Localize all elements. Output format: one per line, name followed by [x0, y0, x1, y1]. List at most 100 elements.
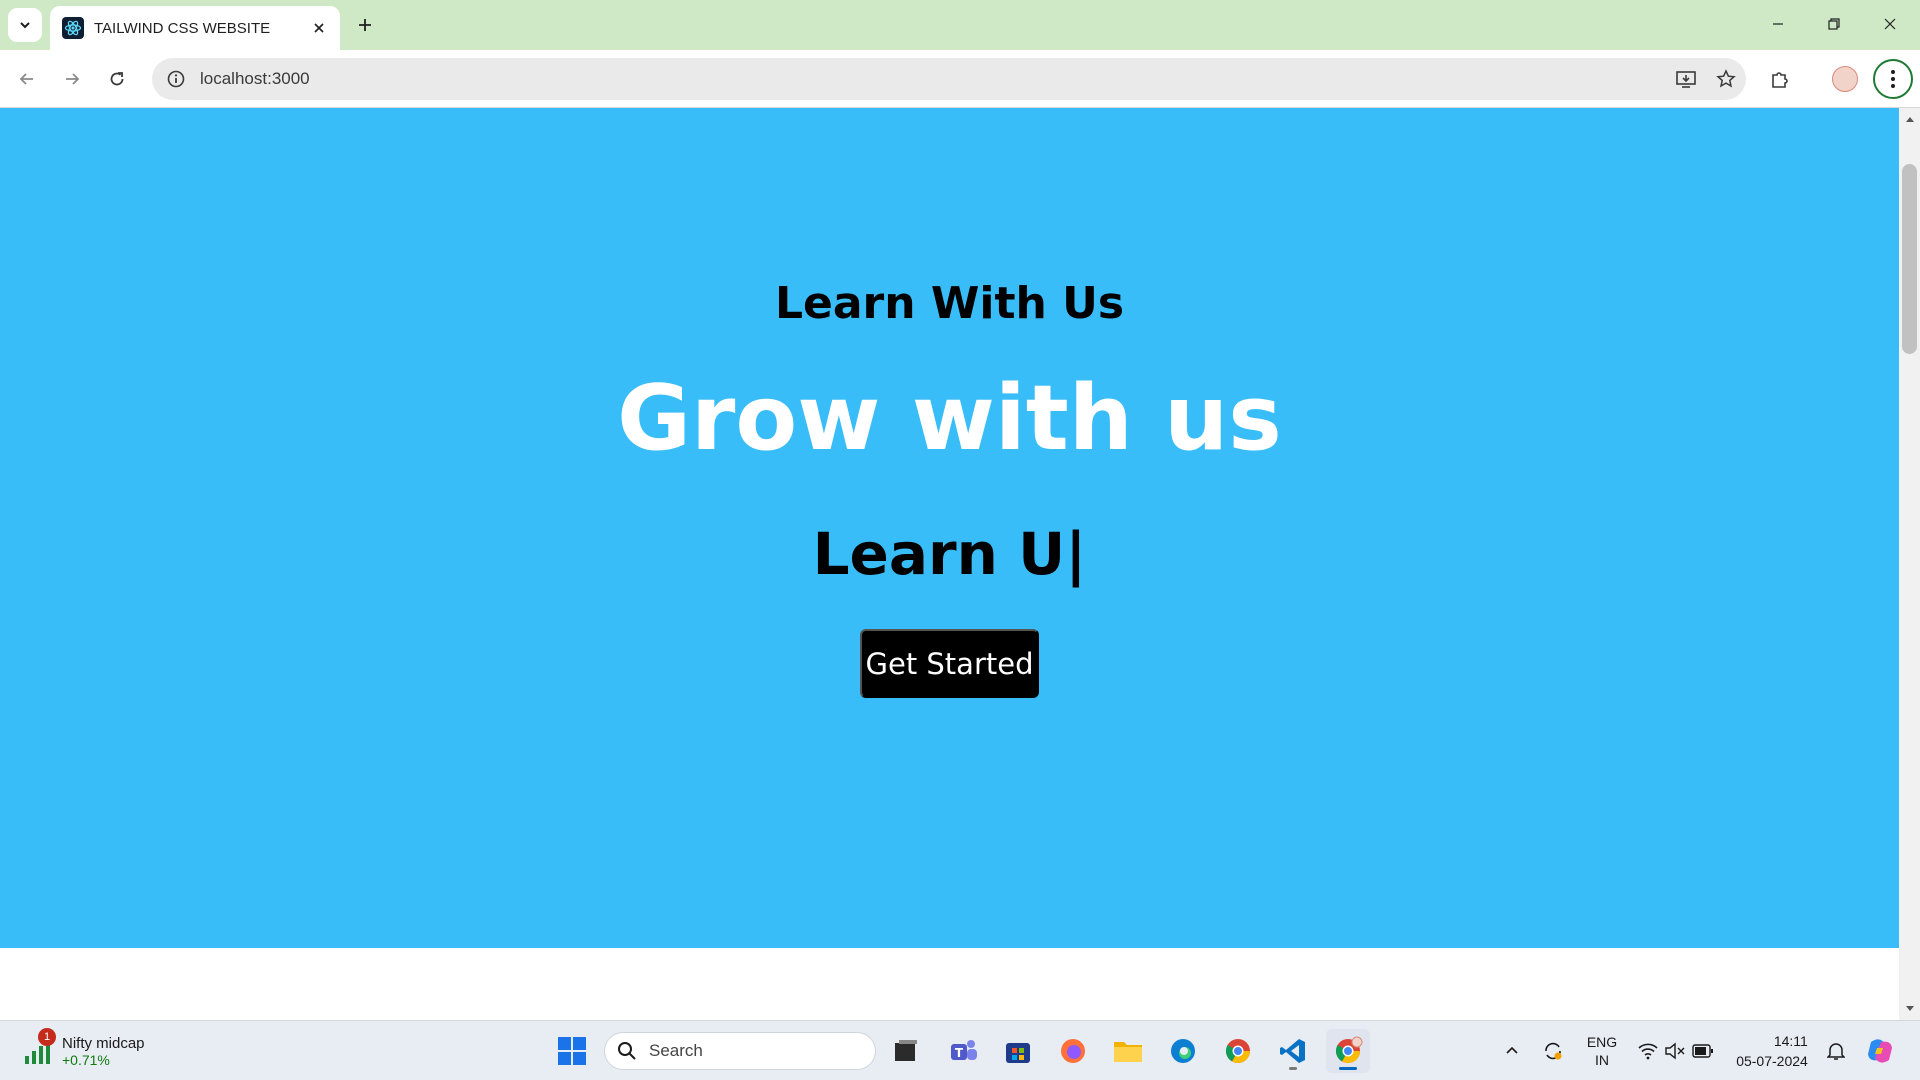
sync-tray-icon[interactable] [1538, 1029, 1568, 1073]
typing-cursor: | [1065, 520, 1087, 588]
minimize-button[interactable] [1750, 0, 1806, 48]
hero-section: Learn With Us Grow with us Learn U| Get … [0, 108, 1899, 948]
firefox-icon [1061, 1039, 1085, 1063]
wifi-icon [1638, 1043, 1658, 1060]
extensions-button[interactable] [1762, 61, 1798, 97]
reload-button[interactable] [99, 61, 135, 97]
plus-icon [359, 19, 371, 31]
clock-date: 05-07-2024 [1736, 1053, 1808, 1069]
chart-bars-icon: 1 [22, 1028, 56, 1066]
search-placeholder: Search [649, 1041, 703, 1060]
vscode-app[interactable] [1271, 1029, 1315, 1073]
tab-close-button[interactable] [306, 15, 332, 41]
windows-logo-icon [558, 1037, 586, 1065]
chrome-profile-app-active[interactable] [1326, 1029, 1370, 1073]
more-vertical-icon [1891, 70, 1895, 88]
taskbar: 1 Nifty midcap +0.71% Search T ENG IN 14… [0, 1020, 1920, 1080]
notification-badge: 1 [38, 1028, 56, 1046]
task-view-icon [895, 1040, 917, 1061]
vscode-icon [1280, 1039, 1305, 1063]
puzzle-icon [1772, 72, 1788, 88]
chevron-up-icon [1506, 1046, 1518, 1054]
page-scrollbar[interactable] [1899, 108, 1920, 1020]
store-icon [1006, 1043, 1030, 1063]
active-indicator [1339, 1067, 1357, 1070]
profile-button[interactable] [1827, 61, 1863, 97]
url-text: localhost:3000 [200, 69, 310, 88]
show-hidden-icons-button[interactable] [1498, 1029, 1526, 1073]
new-tab-button[interactable] [350, 10, 380, 40]
copilot-button[interactable] [1860, 1029, 1900, 1073]
star-icon [1716, 69, 1736, 88]
scroll-down-arrow[interactable] [1899, 1000, 1920, 1018]
close-window-button[interactable] [1862, 0, 1918, 48]
hero-headline: Grow with us [617, 366, 1282, 471]
typed-text-value: Learn U [812, 520, 1066, 588]
close-icon [1884, 18, 1896, 30]
arrow-left-icon [19, 73, 33, 85]
scroll-up-arrow[interactable] [1899, 110, 1920, 128]
page-viewport: Learn With Us Grow with us Learn U| Get … [0, 108, 1899, 1020]
back-button[interactable] [9, 61, 45, 97]
tab-search-button[interactable] [8, 8, 42, 42]
react-logo-icon [62, 17, 84, 39]
edge-app[interactable] [1161, 1029, 1205, 1073]
clock-time: 14:11 [1773, 1033, 1808, 1049]
region-code: IN [1595, 1052, 1609, 1068]
tab-strip: TAILWIND CSS WEBSITE [0, 0, 1920, 50]
arrow-right-icon [66, 73, 80, 85]
teams-icon: T [951, 1040, 977, 1060]
copilot-icon [1868, 1039, 1892, 1063]
taskbar-search[interactable]: Search [604, 1032, 876, 1070]
reload-icon [110, 72, 124, 86]
sync-icon [1545, 1042, 1562, 1060]
language-indicator[interactable]: ENG IN [1578, 1029, 1626, 1073]
clock[interactable]: 14:11 05-07-2024 [1728, 1029, 1816, 1073]
get-started-button[interactable]: Get Started [860, 629, 1039, 698]
restore-button[interactable] [1806, 0, 1862, 48]
widget-value: +0.71% [62, 1051, 110, 1068]
search-icon [618, 1042, 636, 1060]
folder-icon [1114, 1042, 1142, 1062]
svg-text:T: T [955, 1046, 964, 1060]
task-view-button[interactable] [884, 1029, 928, 1073]
bell-icon [1827, 1043, 1845, 1060]
chrome-app[interactable] [1216, 1029, 1260, 1073]
browser-tab[interactable]: TAILWIND CSS WEBSITE [50, 6, 340, 50]
notifications-button[interactable] [1822, 1029, 1850, 1073]
teams-app[interactable]: T [942, 1029, 986, 1073]
running-indicator [1289, 1067, 1297, 1070]
start-button[interactable] [550, 1029, 594, 1073]
chevron-down-icon [20, 22, 30, 29]
minimize-icon [1773, 23, 1783, 25]
bookmark-button[interactable] [1706, 59, 1746, 99]
install-app-button[interactable] [1666, 59, 1706, 99]
triangle-up-icon [1905, 117, 1914, 122]
browser-toolbar: localhost:3000 [0, 50, 1920, 108]
site-info-icon[interactable] [156, 59, 196, 99]
scroll-thumb[interactable] [1902, 164, 1917, 354]
chrome-icon [1225, 1039, 1250, 1064]
avatar [1832, 66, 1858, 92]
battery-icon [1692, 1044, 1713, 1058]
hero-kicker: Learn With Us [774, 278, 1125, 329]
browser-menu-button[interactable] [1873, 59, 1913, 99]
forward-button[interactable] [54, 61, 90, 97]
address-bar[interactable]: localhost:3000 [152, 58, 1746, 100]
store-app[interactable] [996, 1029, 1040, 1073]
widget-title: Nifty midcap [62, 1034, 145, 1052]
install-app-icon [1676, 71, 1696, 88]
system-status-group[interactable] [1634, 1029, 1718, 1073]
file-explorer-app[interactable] [1106, 1029, 1150, 1073]
triangle-down-icon [1905, 1006, 1914, 1011]
edge-icon [1171, 1039, 1195, 1063]
close-icon [314, 23, 324, 33]
restore-icon [1828, 18, 1840, 30]
stock-widget[interactable]: 1 Nifty midcap +0.71% [22, 1028, 145, 1073]
typed-text: Learn U| [0, 520, 1899, 588]
language-code: ENG [1586, 1034, 1618, 1050]
tab-title: TAILWIND CSS WEBSITE [94, 19, 271, 37]
firefox-app[interactable] [1051, 1029, 1095, 1073]
chrome-icon [1335, 1036, 1363, 1064]
volume-muted-icon [1665, 1042, 1685, 1060]
